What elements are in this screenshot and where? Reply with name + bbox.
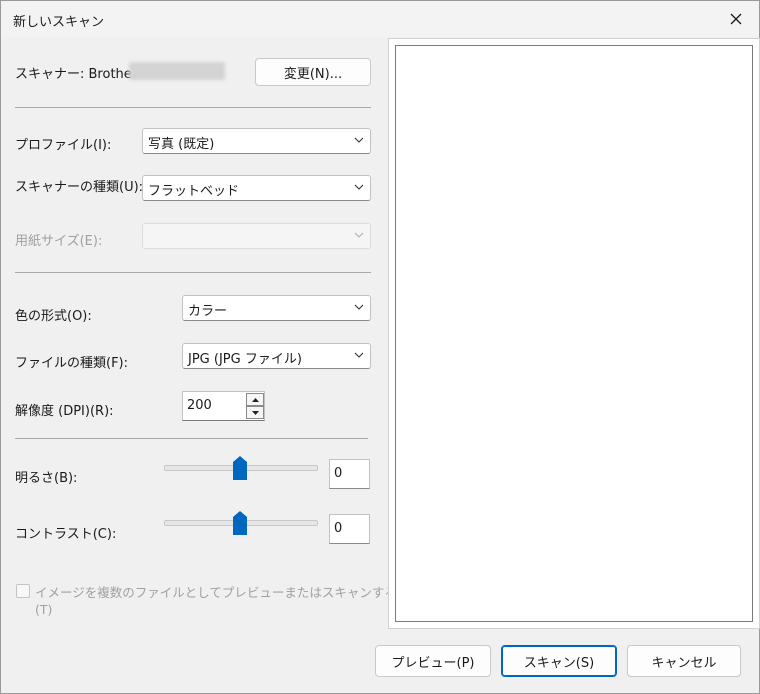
chevron-down-icon xyxy=(354,232,364,238)
scanner-type-label: スキャナーの種類(U): xyxy=(15,180,144,195)
resolution-value: 200 xyxy=(187,398,212,413)
brightness-label: 明るさ(B): xyxy=(15,471,78,486)
brightness-slider-thumb[interactable] xyxy=(233,456,247,480)
cancel-button[interactable]: キャンセル xyxy=(627,645,741,677)
triangle-down-icon xyxy=(251,410,259,415)
title-bar: 新しいスキャン xyxy=(1,1,759,37)
resolution-up-button[interactable] xyxy=(246,393,264,406)
change-scanner-button[interactable]: 変更(N)... xyxy=(255,58,371,86)
contrast-value: 0 xyxy=(334,521,343,536)
preview-pane xyxy=(388,38,760,629)
file-type-value: JPG (JPG ファイル) xyxy=(188,352,302,367)
triangle-up-icon xyxy=(251,397,259,402)
color-format-label: 色の形式(O): xyxy=(15,309,92,324)
contrast-value-box[interactable]: 0 xyxy=(329,514,370,544)
color-format-value: カラー xyxy=(188,304,228,319)
preview-button[interactable]: プレビュー(P) xyxy=(375,645,491,677)
new-scan-dialog: 新しいスキャン スキャナー: Brother 変更(N)... プロファイル(I… xyxy=(0,0,760,694)
scanner-type-value: フラットベッド xyxy=(148,184,240,199)
resolution-down-button[interactable] xyxy=(246,406,264,419)
close-button[interactable] xyxy=(713,1,759,37)
chevron-down-icon xyxy=(354,184,364,190)
separator xyxy=(15,272,371,273)
multi-file-label-cont: (T) xyxy=(35,602,53,617)
profile-label: プロファイル(I): xyxy=(15,138,112,153)
scanner-model-redacted xyxy=(129,62,225,80)
profile-value: 写真 (既定) xyxy=(148,137,215,152)
paper-size-label: 用紙サイズ(E): xyxy=(15,234,103,249)
preview-canvas xyxy=(395,45,753,622)
file-type-label: ファイルの種類(F): xyxy=(15,356,129,371)
brightness-value: 0 xyxy=(334,466,343,481)
paper-size-dropdown xyxy=(142,223,371,249)
profile-dropdown[interactable]: 写真 (既定) xyxy=(142,128,371,154)
chevron-down-icon xyxy=(354,137,364,143)
multi-file-label: イメージを複数のファイルとしてプレビューまたはスキャンする xyxy=(35,585,397,600)
chevron-down-icon xyxy=(354,304,364,310)
window-title: 新しいスキャン xyxy=(13,15,105,30)
file-type-dropdown[interactable]: JPG (JPG ファイル) xyxy=(182,343,371,369)
separator xyxy=(15,107,371,108)
scan-button[interactable]: スキャン(S) xyxy=(501,645,617,677)
color-format-dropdown[interactable]: カラー xyxy=(182,295,371,321)
scanner-label: スキャナー: Brother xyxy=(15,67,138,82)
multi-file-checkbox xyxy=(16,584,30,598)
scanner-type-dropdown[interactable]: フラットベッド xyxy=(142,175,371,201)
brightness-value-box[interactable]: 0 xyxy=(329,459,370,489)
chevron-down-icon xyxy=(354,352,364,358)
close-icon xyxy=(730,13,742,25)
resolution-label: 解像度 (DPI)(R): xyxy=(15,404,114,419)
contrast-label: コントラスト(C): xyxy=(15,527,117,542)
separator xyxy=(15,438,368,439)
contrast-slider-thumb[interactable] xyxy=(233,511,247,535)
